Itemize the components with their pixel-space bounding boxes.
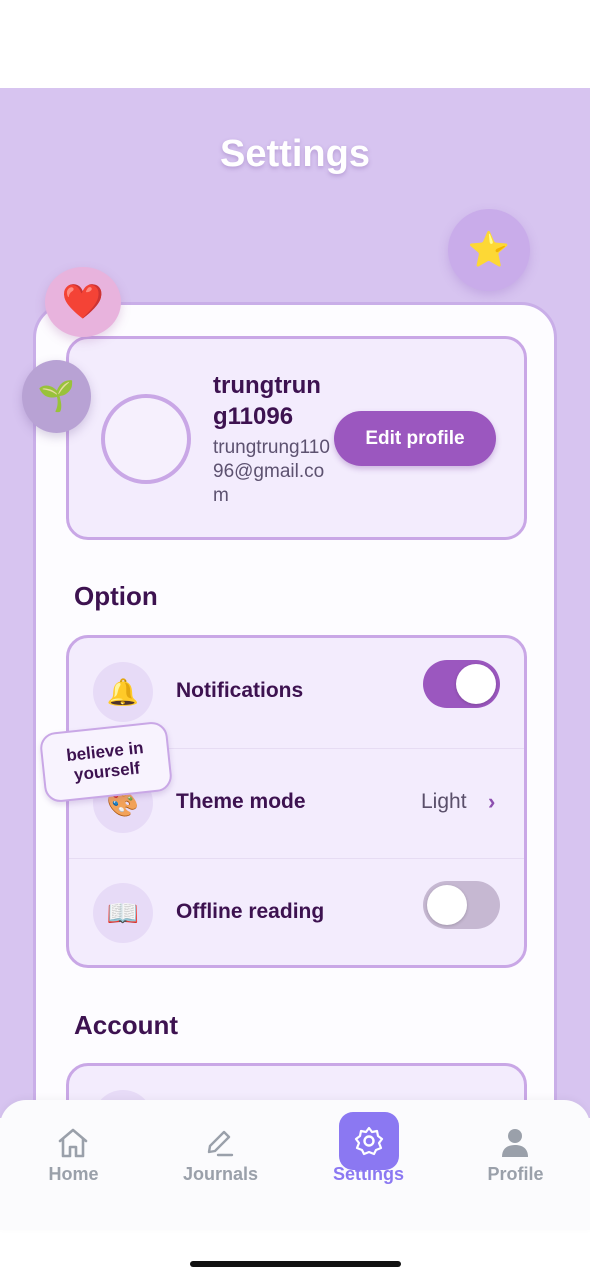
home-icon	[43, 1118, 103, 1168]
bottom-navigation: Home Journals Settings Profile	[0, 1100, 590, 1230]
nav-settings[interactable]: Settings	[295, 1100, 442, 1230]
chevron-right-icon: ›	[488, 789, 496, 814]
home-indicator	[190, 1261, 401, 1267]
offline-reading-toggle[interactable]	[423, 881, 500, 929]
nav-label: Journals	[182, 1164, 259, 1184]
gear-icon	[339, 1112, 399, 1170]
nav-journals[interactable]: Journals	[147, 1100, 294, 1230]
option-row-offline-reading[interactable]: 📖 Offline reading	[69, 858, 524, 965]
profile-username: trungtrung11096	[213, 372, 321, 430]
option-label: Theme mode	[176, 790, 306, 813]
options-list: 🔔 Notifications 🎨 Theme mode Light › 📖 O…	[66, 635, 527, 968]
edit-profile-button[interactable]: Edit profile	[334, 411, 496, 466]
person-icon	[485, 1118, 545, 1168]
account-section-title: Account	[74, 1010, 178, 1040]
nav-home[interactable]: Home	[0, 1100, 147, 1230]
profile-card: trungtrung11096 trungtrung11096@gmail.co…	[66, 336, 527, 540]
notifications-toggle[interactable]	[423, 660, 500, 708]
nav-profile[interactable]: Profile	[442, 1100, 589, 1230]
sprout-bubble: 🌱	[22, 360, 91, 433]
bell-icon: 🔔	[93, 662, 153, 722]
nav-label: Profile	[487, 1164, 544, 1184]
nav-label: Home	[48, 1164, 99, 1184]
sprout-icon: 🌱	[37, 380, 76, 413]
option-label: Notifications	[176, 679, 304, 702]
option-section-title: Option	[74, 581, 158, 611]
theme-mode-value: Light	[421, 790, 467, 813]
avatar[interactable]	[101, 394, 191, 484]
toggle-knob	[456, 664, 496, 704]
nav-label: Settings	[332, 1164, 404, 1184]
page-title: Settings	[220, 133, 370, 175]
pen-icon	[190, 1118, 250, 1168]
star-bubble: ⭐	[448, 209, 530, 291]
toggle-knob	[427, 885, 467, 925]
heart-icon: ❤️	[61, 283, 105, 321]
motivation-sticker: believe in yourself	[38, 720, 174, 804]
status-bar-area	[0, 0, 590, 88]
star-icon: ⭐	[467, 231, 511, 269]
option-label: Offline reading	[176, 900, 325, 923]
heart-bubble: ❤️	[45, 267, 121, 337]
profile-email: trungtrung11096@gmail.com	[213, 437, 330, 506]
book-icon: 📖	[93, 883, 153, 943]
